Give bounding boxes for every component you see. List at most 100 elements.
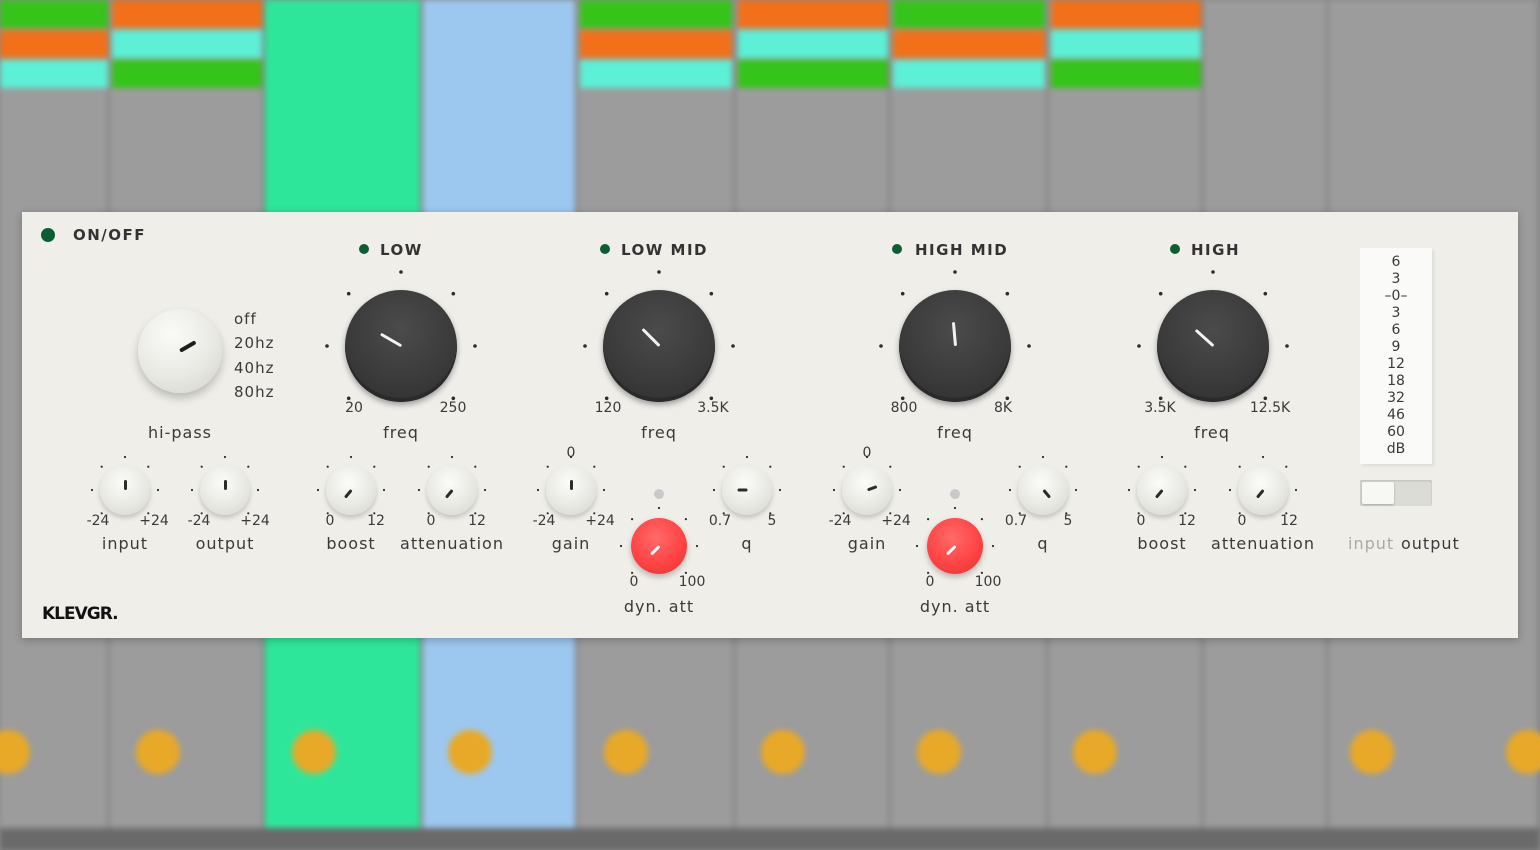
lowmid-gain-min: -24 <box>532 513 556 529</box>
high-attenuation-knob[interactable] <box>1238 465 1288 515</box>
knob-indicator <box>1194 328 1215 348</box>
knob-indicator <box>1255 489 1265 499</box>
meter-source-toggle[interactable] <box>1360 480 1432 506</box>
high-freq-max: 12.5K <box>1249 400 1291 416</box>
highmid-gain-knob[interactable] <box>842 465 892 515</box>
scale-dot <box>123 455 127 459</box>
output-max-tick: +24 <box>240 513 270 529</box>
scale-dot <box>898 488 902 492</box>
scale-dot <box>889 465 892 468</box>
lowmid-dyn-label: dyn. att <box>623 597 695 616</box>
scale-dot <box>100 465 103 468</box>
scale-dot <box>483 488 487 492</box>
highmid-dyn-max: 100 <box>974 574 1002 590</box>
knob-indicator <box>951 321 957 347</box>
high-band-led <box>1170 244 1180 254</box>
low-attenuation-knob[interactable] <box>427 465 477 515</box>
scale-dot <box>695 544 699 548</box>
scale-dot <box>1285 344 1289 348</box>
scale-dot <box>1008 488 1012 492</box>
scale-dot <box>256 488 260 492</box>
scale-dot <box>546 465 549 468</box>
scale-dot <box>200 465 203 468</box>
low-boost-max: 12 <box>367 513 385 529</box>
scale-dot <box>450 455 454 459</box>
high-boost-max: 12 <box>1178 513 1196 529</box>
lowmid-freq-knob[interactable] <box>603 290 715 402</box>
knob-indicator <box>444 489 454 499</box>
low-freq-min: 20 <box>345 400 363 416</box>
output-gain-knob[interactable] <box>200 465 250 515</box>
highmid-freq-knob[interactable] <box>899 290 1011 402</box>
lowmid-gain-label: gain <box>551 534 591 553</box>
low-boost-knob[interactable] <box>326 465 376 515</box>
highmid-q-label: q <box>1037 534 1049 553</box>
power-label: ON/OFF <box>73 226 147 244</box>
lowmid-q-knob[interactable] <box>722 465 772 515</box>
lowmid-gain-center: 0 <box>566 445 576 461</box>
high-atten-min: 0 <box>1237 513 1247 529</box>
scale-dot <box>451 291 456 296</box>
low-freq-knob[interactable] <box>345 290 457 402</box>
scale-dot <box>1184 465 1187 468</box>
high-freq-label: freq <box>1194 423 1230 442</box>
lowmid-freq-label: freq <box>641 423 677 442</box>
meter-scale-label: 6 <box>1391 254 1401 270</box>
power-led-button[interactable] <box>41 228 55 242</box>
low-atten-label: attenuation <box>400 534 504 553</box>
output-label: output <box>195 534 255 553</box>
hipass-knob[interactable] <box>138 309 222 393</box>
lowmid-freq-max: 3.5K <box>697 400 729 416</box>
high-atten-label: attenuation <box>1211 534 1315 553</box>
lowmid-dyn-indicator-dot <box>654 489 664 499</box>
scale-dot <box>953 270 957 274</box>
scale-dot <box>900 291 905 296</box>
meter-scale-label: –0– <box>1384 288 1408 304</box>
lowmid-dyn-att-knob[interactable] <box>631 518 687 574</box>
high-band-title: HIGH <box>1191 241 1241 259</box>
meter-output-option[interactable]: output <box>1401 534 1460 553</box>
lowmid-band-led <box>600 244 610 254</box>
scale-dot <box>247 465 250 468</box>
lowmid-band-title: LOW MID <box>621 241 709 259</box>
input-gain-knob[interactable] <box>100 465 150 515</box>
scale-dot <box>657 270 661 274</box>
scale-dot <box>90 488 94 492</box>
scale-dot <box>991 544 995 548</box>
meter-scale-label: 32 <box>1387 390 1405 406</box>
scale-dot <box>349 455 353 459</box>
knob-indicator <box>179 340 197 353</box>
high-boost-knob[interactable] <box>1137 465 1187 515</box>
knob-indicator <box>945 544 957 556</box>
scale-dot <box>1160 455 1164 459</box>
scale-dot <box>326 465 329 468</box>
high-boost-min: 0 <box>1136 513 1146 529</box>
hipass-option-20hz[interactable]: 20hz <box>234 334 274 352</box>
scale-dot <box>382 488 386 492</box>
highmid-q-knob[interactable] <box>1018 465 1068 515</box>
low-boost-label: boost <box>326 534 376 553</box>
meter-input-option[interactable]: input <box>1348 534 1394 553</box>
scale-dot <box>631 518 634 521</box>
scale-dot <box>593 465 596 468</box>
hipass-option-40hz[interactable]: 40hz <box>234 359 274 377</box>
scale-dot <box>474 465 477 468</box>
hipass-option-off[interactable]: off <box>234 310 257 328</box>
scale-dot <box>536 488 540 492</box>
high-freq-min: 3.5K <box>1144 400 1176 416</box>
scale-dot <box>583 344 587 348</box>
low-band-title: LOW <box>380 241 423 259</box>
highmid-dyn-att-knob[interactable] <box>927 518 983 574</box>
scale-dot <box>745 455 749 459</box>
scale-dot <box>1285 465 1288 468</box>
lowmid-dyn-max: 100 <box>678 574 706 590</box>
scale-dot <box>684 518 688 521</box>
knob-indicator <box>866 485 877 492</box>
high-freq-knob[interactable] <box>1157 290 1269 402</box>
knob-indicator <box>640 327 661 348</box>
hipass-option-80hz[interactable]: 80hz <box>234 383 274 401</box>
scale-dot <box>417 488 421 492</box>
toggle-thumb <box>1362 482 1394 504</box>
knob-indicator <box>223 480 227 490</box>
lowmid-gain-knob[interactable] <box>546 465 596 515</box>
